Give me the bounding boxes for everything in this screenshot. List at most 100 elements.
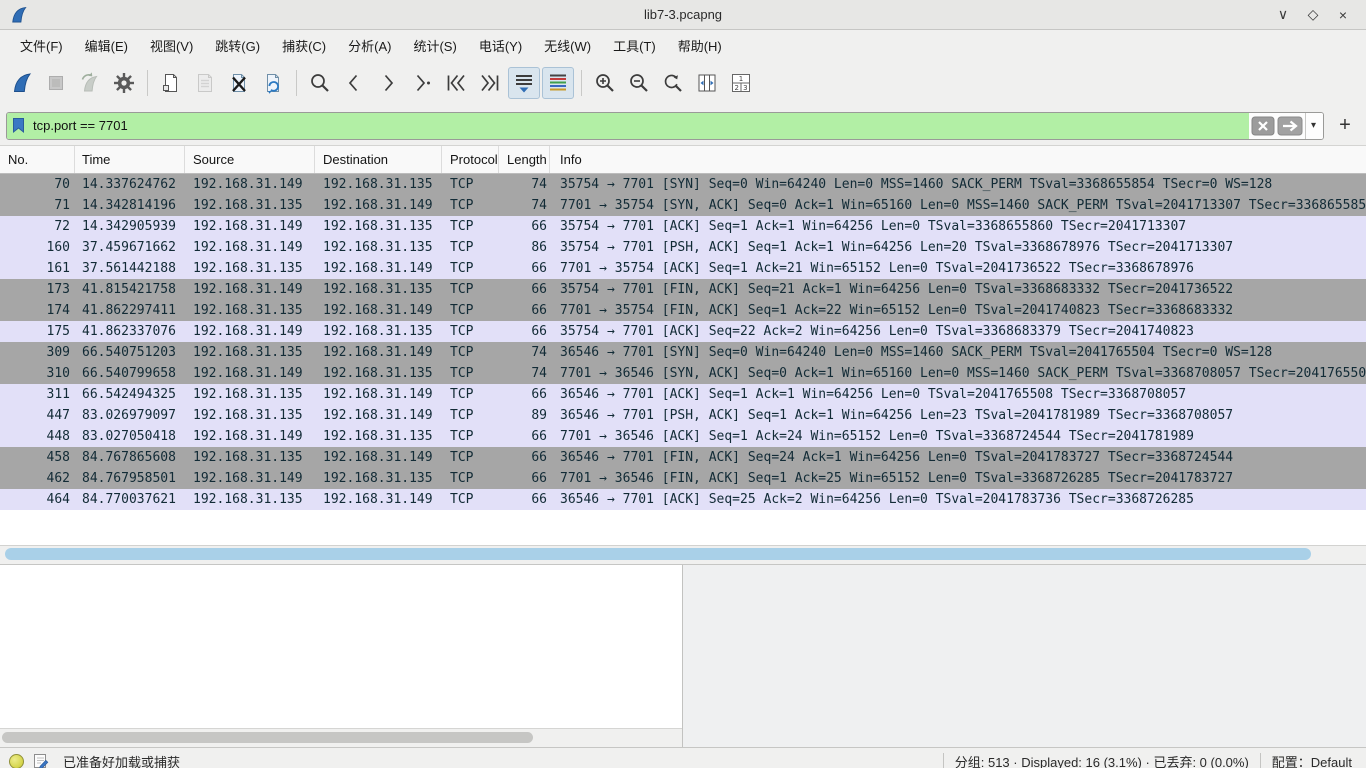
- column-header-proto[interactable]: Protocol: [442, 146, 499, 173]
- reload-file-button[interactable]: [257, 67, 289, 99]
- column-header-info[interactable]: Info: [550, 146, 1366, 173]
- menu-item-tools[interactable]: 工具(T): [603, 32, 666, 59]
- packet-row-458[interactable]: 45884.767865608192.168.31.135192.168.31.…: [0, 447, 1366, 468]
- filter-apply-button[interactable]: [1277, 116, 1303, 136]
- packet-cell-time: 66.540751203: [75, 345, 185, 360]
- filter-clear-button[interactable]: [1251, 116, 1275, 136]
- packet-cell-info: 36546 → 7701 [ACK] Seq=25 Ack=2 Win=6425…: [550, 492, 1366, 507]
- packet-row-462[interactable]: 46284.767958501192.168.31.149192.168.31.…: [0, 468, 1366, 489]
- previous-packet-button[interactable]: [338, 67, 370, 99]
- packet-row-175[interactable]: 17541.862337076192.168.31.149192.168.31.…: [0, 321, 1366, 342]
- packet-row-309[interactable]: 30966.540751203192.168.31.135192.168.31.…: [0, 342, 1366, 363]
- save-file-button[interactable]: [189, 67, 221, 99]
- filter-dropdown-caret[interactable]: ▾: [1305, 113, 1321, 139]
- go-to-icon: [410, 71, 434, 95]
- packet-cell-dest: 192.168.31.149: [315, 408, 442, 423]
- open-file-button[interactable]: [155, 67, 187, 99]
- close-button[interactable]: ×: [1332, 5, 1354, 25]
- menu-item-analyze[interactable]: 分析(A): [338, 32, 401, 59]
- first-packet-button[interactable]: [440, 67, 472, 99]
- column-header-dest[interactable]: Destination: [315, 146, 442, 173]
- restart-capture-button[interactable]: [74, 67, 106, 99]
- packet-cell-dest: 192.168.31.135: [315, 471, 442, 486]
- packet-cell-dest: 192.168.31.135: [315, 282, 442, 297]
- shark-fin-icon: [10, 71, 34, 95]
- go-to-packet-button[interactable]: [406, 67, 438, 99]
- packet-row-311[interactable]: 31166.542494325192.168.31.135192.168.31.…: [0, 384, 1366, 405]
- stop-icon: [44, 71, 68, 95]
- packet-cell-proto: TCP: [442, 219, 499, 234]
- close-file-button[interactable]: [223, 67, 255, 99]
- packet-row-71[interactable]: 7114.342814196192.168.31.135192.168.31.1…: [0, 195, 1366, 216]
- layout-button[interactable]: 123: [725, 67, 757, 99]
- packet-row-174[interactable]: 17441.862297411192.168.31.135192.168.31.…: [0, 300, 1366, 321]
- filter-input[interactable]: [31, 117, 1249, 134]
- window-title: lib7-3.pcapng: [0, 7, 1366, 22]
- column-header-len[interactable]: Length: [499, 146, 550, 173]
- start-capture-button[interactable]: [6, 67, 38, 99]
- packet-row-310[interactable]: 31066.540799658192.168.31.149192.168.31.…: [0, 363, 1366, 384]
- menu-item-wireless[interactable]: 无线(W): [534, 32, 601, 59]
- auto-scroll-button[interactable]: [508, 67, 540, 99]
- column-header-source[interactable]: Source: [185, 146, 315, 173]
- menu-item-statistics[interactable]: 统计(S): [403, 32, 466, 59]
- window-controls: ∨ ◇ ×: [1272, 5, 1366, 25]
- packet-cell-no: 175: [0, 324, 75, 339]
- packet-cell-dest: 192.168.31.135: [315, 219, 442, 234]
- packet-cell-len: 74: [499, 345, 550, 360]
- status-right: 分组: 513 · Displayed: 16 (3.1%) · 已丢弃: 0 …: [932, 752, 1366, 768]
- stop-capture-button[interactable]: [40, 67, 72, 99]
- packet-cell-source: 192.168.31.135: [185, 387, 315, 402]
- profile-label[interactable]: 配置：Default: [1272, 752, 1366, 768]
- resize-columns-button[interactable]: [691, 67, 723, 99]
- packet-cell-len: 66: [499, 471, 550, 486]
- details-hscrollbar[interactable]: [0, 728, 682, 747]
- colorize-button[interactable]: [542, 67, 574, 99]
- packet-list-hscrollbar-thumb[interactable]: [5, 548, 1311, 560]
- packet-row-447[interactable]: 44783.026979097192.168.31.135192.168.31.…: [0, 405, 1366, 426]
- packet-cell-source: 192.168.31.149: [185, 219, 315, 234]
- packet-details-content[interactable]: [0, 565, 682, 728]
- minimize-button[interactable]: ∨: [1272, 5, 1294, 25]
- packet-cell-source: 192.168.31.135: [185, 408, 315, 423]
- filter-add-button[interactable]: +: [1332, 113, 1358, 139]
- bookmark-icon[interactable]: [12, 117, 25, 134]
- menu-item-file[interactable]: 文件(F): [10, 32, 73, 59]
- capture-comment-icon[interactable]: [33, 753, 49, 768]
- packet-list-header: No.TimeSourceDestinationProtocolLengthIn…: [0, 146, 1366, 174]
- packet-row-160[interactable]: 16037.459671662192.168.31.149192.168.31.…: [0, 237, 1366, 258]
- packet-cell-proto: TCP: [442, 198, 499, 213]
- zoom-out-button[interactable]: [623, 67, 655, 99]
- packet-cell-no: 464: [0, 492, 75, 507]
- packet-list-hscrollbar[interactable]: [0, 545, 1366, 565]
- packet-row-70[interactable]: 7014.337624762192.168.31.149192.168.31.1…: [0, 174, 1366, 195]
- last-packet-button[interactable]: [474, 67, 506, 99]
- column-header-time[interactable]: Time: [75, 146, 185, 173]
- capture-options-button[interactable]: [108, 67, 140, 99]
- menu-item-view[interactable]: 视图(V): [140, 32, 203, 59]
- lower-panes: [0, 565, 1366, 747]
- packet-cell-time: 37.561442188: [75, 261, 185, 276]
- packet-row-173[interactable]: 17341.815421758192.168.31.149192.168.31.…: [0, 279, 1366, 300]
- menu-item-telephony[interactable]: 电话(Y): [469, 32, 532, 59]
- maximize-button[interactable]: ◇: [1302, 5, 1324, 25]
- details-hscrollbar-thumb[interactable]: [2, 732, 533, 743]
- packet-cell-source: 192.168.31.149: [185, 366, 315, 381]
- menu-item-go[interactable]: 跳转(G): [205, 32, 270, 59]
- menu-item-capture[interactable]: 捕获(C): [272, 32, 336, 59]
- next-packet-button[interactable]: [372, 67, 404, 99]
- menu-item-help[interactable]: 帮助(H): [668, 32, 732, 59]
- chevron-left-icon: [342, 71, 366, 95]
- expert-info-icon[interactable]: [9, 754, 24, 768]
- menu-item-edit[interactable]: 编辑(E): [75, 32, 138, 59]
- packet-row-161[interactable]: 16137.561442188192.168.31.135192.168.31.…: [0, 258, 1366, 279]
- status-separator: [943, 753, 944, 768]
- find-packet-button[interactable]: [304, 67, 336, 99]
- packet-row-464[interactable]: 46484.770037621192.168.31.135192.168.31.…: [0, 489, 1366, 510]
- packet-row-448[interactable]: 44883.027050418192.168.31.149192.168.31.…: [0, 426, 1366, 447]
- column-header-no[interactable]: No.: [0, 146, 75, 173]
- packet-row-72[interactable]: 7214.342905939192.168.31.149192.168.31.1…: [0, 216, 1366, 237]
- zoom-in-button[interactable]: [589, 67, 621, 99]
- zoom-reset-button[interactable]: [657, 67, 689, 99]
- packet-cell-info: 36546 → 7701 [FIN, ACK] Seq=24 Ack=1 Win…: [550, 450, 1366, 465]
